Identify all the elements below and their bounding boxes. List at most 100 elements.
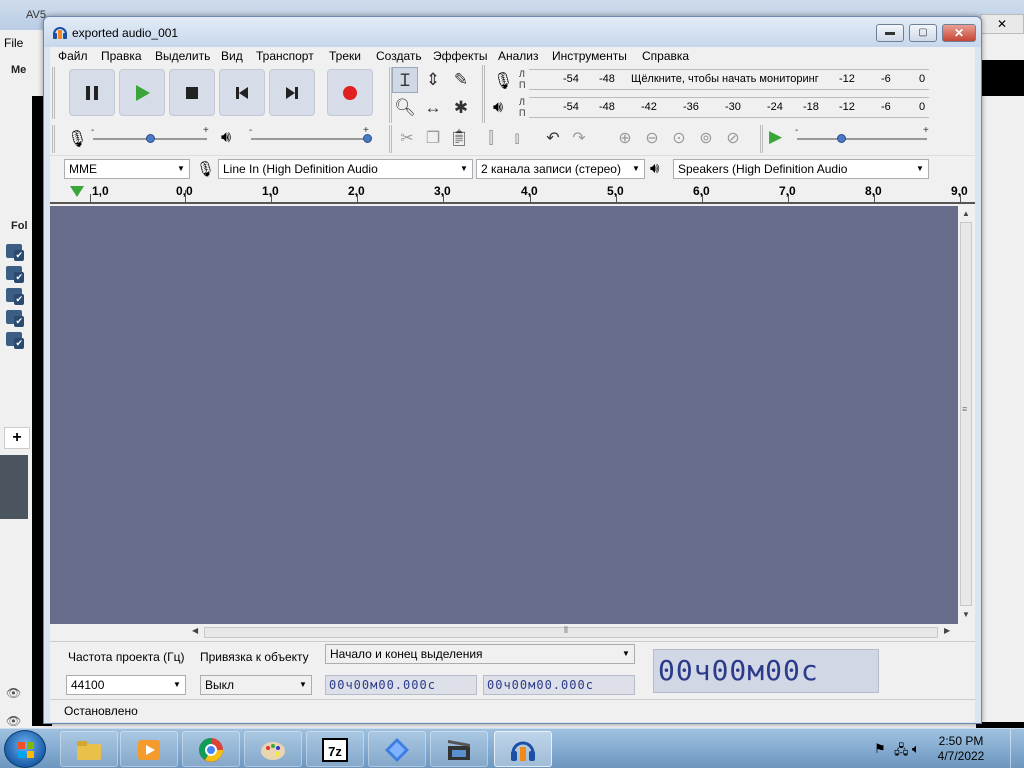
minimize-button[interactable]: ▬	[876, 24, 904, 42]
taskbar-app-blue[interactable]	[368, 731, 426, 767]
cut-button[interactable]: ✂	[394, 127, 420, 151]
skip-to-start-button[interactable]	[219, 69, 265, 116]
timeline-ruler[interactable]: 1,0 0,0 1,0 2,0 3,0 4,0 5,0 6,0 7,0 8,0 …	[50, 180, 975, 204]
taskbar-video-editor[interactable]	[430, 731, 488, 767]
playback-volume-slider[interactable]	[251, 138, 367, 140]
zoom-in-button[interactable]: ⊕	[612, 127, 638, 151]
menu-effects[interactable]: Эффекты	[433, 49, 488, 63]
network-icon[interactable]: 🖧︎	[894, 741, 909, 763]
selection-tool-button[interactable]: Ｉ	[392, 67, 418, 93]
record-button[interactable]	[327, 69, 373, 116]
skip-to-end-button[interactable]	[269, 69, 315, 116]
undo-button[interactable]: ↶	[540, 127, 566, 151]
clock[interactable]: 2:50 PM 4/7/2022	[926, 734, 996, 764]
menu-select[interactable]: Выделить	[155, 49, 210, 63]
selection-mode-select[interactable]: Начало и конец выделения ▼	[325, 644, 635, 664]
background-close-button[interactable]: ✕	[980, 14, 1024, 34]
audio-position-display[interactable]: 00ч00м00с	[653, 649, 879, 693]
scroll-left-icon[interactable]: ◀	[192, 626, 198, 635]
recording-volume-thumb[interactable]	[146, 134, 155, 143]
play-button[interactable]	[119, 69, 165, 116]
taskbar-audacity[interactable]	[494, 731, 552, 767]
folder-icon[interactable]	[6, 288, 24, 305]
taskbar-paint[interactable]	[244, 731, 302, 767]
eye-icon[interactable]: 👁	[6, 686, 21, 700]
silence-button[interactable]: ⫾	[504, 127, 530, 151]
menu-tracks[interactable]: Треки	[329, 49, 361, 63]
fit-selection-button[interactable]: ⊙	[666, 127, 692, 151]
menu-generate[interactable]: Создать	[376, 49, 422, 63]
trim-audio-icon: ⫿	[488, 130, 494, 147]
scroll-up-icon[interactable]: ▲	[962, 209, 970, 218]
menu-transport[interactable]: Транспорт	[256, 49, 314, 63]
horizontal-scroll-thumb[interactable]	[204, 627, 938, 638]
time-shift-tool-button[interactable]: ↔	[420, 95, 446, 121]
draw-tool-button[interactable]: ✎	[448, 67, 474, 93]
folder-icon[interactable]	[6, 244, 24, 261]
recording-device-select[interactable]: Line In (High Definition Audio ▼	[218, 159, 473, 179]
fit-project-button[interactable]: ⊚	[693, 127, 719, 151]
eye-icon[interactable]: 👁	[6, 714, 21, 728]
background-file-menu[interactable]: File	[4, 36, 23, 50]
selection-start-time[interactable]: 00ч00м00.000с	[325, 675, 477, 695]
menu-view[interactable]: Вид	[221, 49, 243, 63]
vertical-scroll-thumb[interactable]	[960, 222, 972, 606]
horizontal-scrollbar[interactable]: ◀ ⦀ ▶	[190, 625, 958, 640]
vertical-scrollbar[interactable]: ▲ ≡ ▼	[958, 206, 975, 624]
window-titlebar[interactable]: exported audio_001 ▬ ▢ ✕	[44, 17, 981, 47]
add-button[interactable]: +	[4, 427, 30, 449]
menu-edit[interactable]: Правка	[101, 49, 142, 63]
scroll-right-icon[interactable]: ▶	[944, 626, 950, 635]
play-head-triangle-icon[interactable]	[70, 186, 84, 197]
folder-icon[interactable]	[6, 332, 24, 349]
menu-help[interactable]: Справка	[642, 49, 689, 63]
envelope-tool-button[interactable]: ⇕	[420, 67, 446, 93]
scroll-down-icon[interactable]: ▼	[962, 610, 970, 619]
record-meter-bar[interactable]: -54 -48 Щёлкните, чтобы начать мониторин…	[529, 67, 929, 91]
redo-button[interactable]: ↷	[566, 127, 592, 151]
menu-analyze[interactable]: Анализ	[498, 49, 539, 63]
playback-speed-slider[interactable]	[797, 138, 927, 140]
snap-to-select[interactable]: Выкл ▼	[200, 675, 312, 695]
copy-button[interactable]: ❐	[420, 127, 446, 151]
track-area[interactable]	[50, 206, 958, 624]
folder-icon[interactable]	[6, 310, 24, 327]
playback-meter-bar[interactable]: -54 -48 -42 -36 -30 -24 -18 -12 -6 0	[529, 95, 929, 119]
playback-device-select[interactable]: Speakers (High Definition Audio ▼	[673, 159, 929, 179]
start-button[interactable]	[4, 730, 46, 768]
taskbar-media-player[interactable]	[120, 731, 178, 767]
project-rate-select[interactable]: 44100 ▼	[66, 675, 186, 695]
taskbar-explorer[interactable]	[60, 731, 118, 767]
zoom-tool-button[interactable]: 🔍︎	[392, 95, 418, 121]
playback-volume-thumb[interactable]	[363, 134, 372, 143]
show-desktop-button[interactable]	[1010, 729, 1024, 768]
menu-file[interactable]: Файл	[58, 49, 88, 63]
selection-end-time[interactable]: 00ч00м00.000с	[483, 675, 635, 695]
volume-icon[interactable]: 🔈︎	[912, 741, 920, 757]
background-side-label-media: Me	[11, 64, 27, 76]
record-meter[interactable]: 🎙︎ Л П -54 -48 Щёлкните, чтобы начать мо…	[485, 67, 935, 94]
close-button[interactable]: ✕	[942, 24, 976, 42]
maximize-button[interactable]: ▢	[909, 24, 937, 42]
zoom-out-button[interactable]: ⊖	[639, 127, 665, 151]
menu-tools[interactable]: Инструменты	[552, 49, 627, 63]
redo-icon: ↷	[572, 130, 586, 147]
playback-meter[interactable]: 🔊︎ Л П -54 -48 -42 -36 -30 -24 -18 -12 -…	[485, 95, 935, 122]
action-center-icon[interactable]: ⚑	[874, 741, 886, 757]
zoom-toggle-button[interactable]: ⊘	[720, 127, 746, 151]
folder-icon[interactable]	[6, 266, 24, 283]
speaker-icon: 🔊︎	[650, 160, 660, 177]
play-at-speed-button[interactable]: ▶	[769, 127, 782, 147]
skip-end-icon	[286, 87, 298, 99]
audio-host-select[interactable]: MME ▼	[64, 159, 190, 179]
multi-tool-button[interactable]: ✱	[448, 95, 474, 121]
taskbar-chrome[interactable]	[182, 731, 240, 767]
paste-button[interactable]: 📋︎	[446, 127, 472, 151]
start-monitoring-text[interactable]: Щёлкните, чтобы начать мониторинг	[631, 73, 819, 85]
trim-button[interactable]: ⫿	[478, 127, 504, 151]
stop-button[interactable]	[169, 69, 215, 116]
pause-button[interactable]	[69, 69, 115, 116]
taskbar-7zip[interactable]: 7z	[306, 731, 364, 767]
playback-speed-thumb[interactable]	[837, 134, 846, 143]
recording-channels-select[interactable]: 2 канала записи (стерео) ▼	[476, 159, 645, 179]
